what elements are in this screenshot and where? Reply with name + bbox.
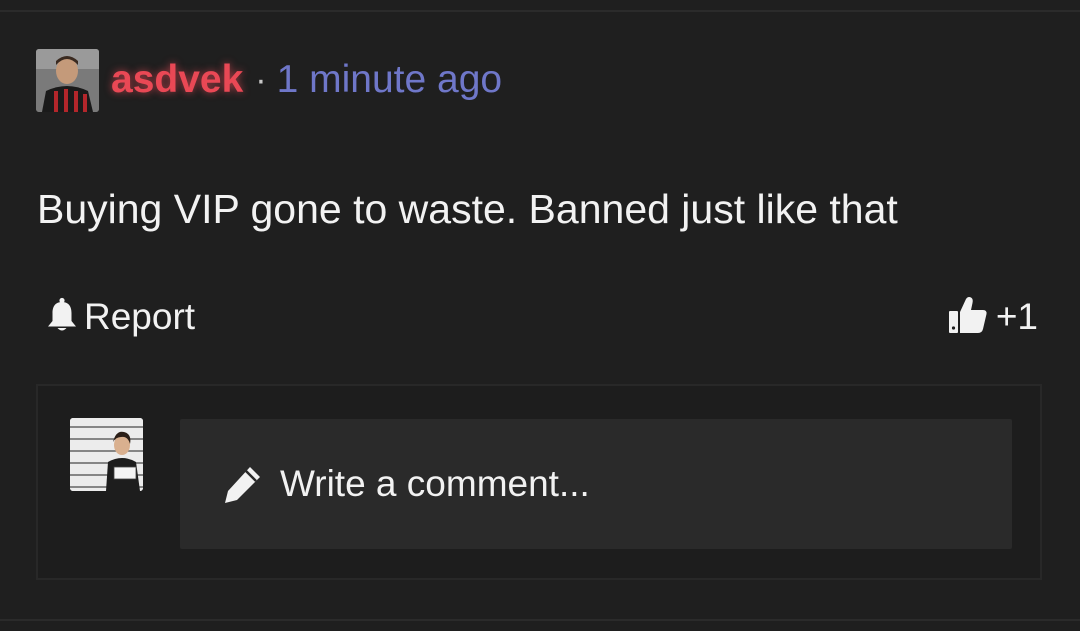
bottom-divider (0, 619, 1080, 621)
post-header: asdvek · 1 minute ago (36, 48, 502, 112)
pencil-icon (222, 463, 264, 505)
like-button[interactable]: +1 (948, 294, 1038, 340)
post-timestamp[interactable]: 1 minute ago (277, 58, 503, 102)
comment-input[interactable]: Write a comment... (180, 419, 1012, 549)
comment-placeholder: Write a comment... (280, 463, 590, 504)
current-user-avatar[interactable] (70, 418, 143, 491)
top-divider (0, 10, 1080, 12)
comment-composer: Write a comment... (36, 384, 1042, 580)
report-label: Report (84, 296, 196, 337)
report-button[interactable]: Report (46, 294, 195, 340)
meta-separator: · (255, 60, 267, 99)
author-avatar[interactable] (36, 48, 99, 112)
bell-icon (46, 297, 78, 338)
thumbs-up-icon (948, 295, 988, 340)
post-body: Buying VIP gone to waste. Banned just li… (37, 186, 898, 232)
like-count: +1 (995, 296, 1038, 337)
author-username[interactable]: asdvek (111, 58, 243, 102)
